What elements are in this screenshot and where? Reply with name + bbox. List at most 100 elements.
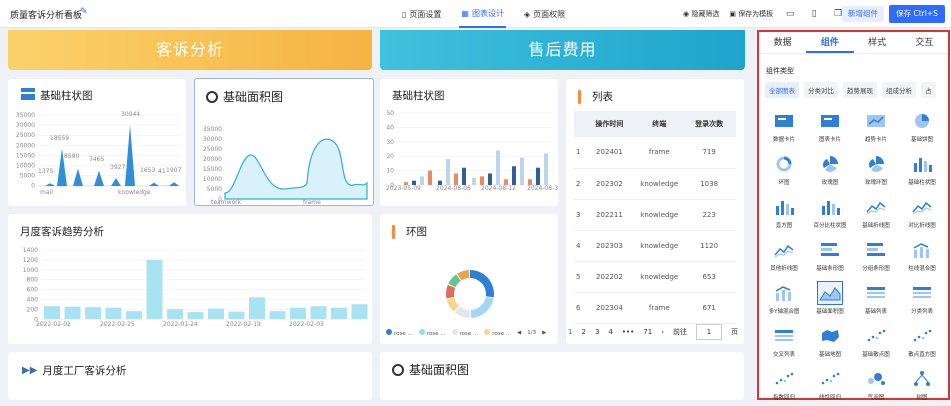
chip-composition[interactable]: 组成分析	[882, 82, 916, 98]
hist-chart-icon	[771, 195, 797, 219]
legend-prev-icon[interactable]: ◀	[517, 330, 521, 336]
table-row[interactable]: 2202302knowledge1038	[574, 168, 736, 199]
edit-title-icon[interactable]: ✎	[80, 7, 88, 17]
panel-tab-data[interactable]: 数据	[759, 32, 806, 53]
component-grid: 数据卡片图表卡片趋势卡片基础饼图环图玫瑰图玫瑰环图基础柱状图直方图百分比柱状图基…	[761, 105, 948, 406]
pct-chart-icon	[817, 195, 843, 219]
bar	[149, 183, 159, 186]
table-row[interactable]: 1202401frame719	[574, 137, 736, 168]
card-title: 月度客诉趋势分析	[20, 224, 104, 239]
component-item[interactable]: 基础列表	[853, 277, 899, 320]
tab-page-settings[interactable]: ▯页面设置	[400, 0, 443, 28]
bar	[446, 159, 450, 185]
table-cell: 5	[574, 261, 583, 292]
page-2[interactable]: 2	[581, 328, 585, 336]
donut-chart-icon	[771, 152, 797, 176]
page-1[interactable]: 1	[568, 328, 572, 336]
x-tick: teamwork	[211, 199, 242, 205]
bar	[45, 183, 55, 186]
legend-next-icon[interactable]: ▶	[542, 330, 546, 336]
y-tick: 35000	[16, 112, 35, 119]
y-tick: 10	[386, 168, 394, 175]
tab-chart-design[interactable]: ▦图表设计	[459, 0, 506, 28]
legend-item[interactable]: rose ...	[484, 329, 511, 337]
legend-item[interactable]: rose ...	[452, 329, 479, 337]
card-basic-area-2[interactable]: 基础面积图	[380, 352, 744, 400]
y-tick: 25000	[16, 132, 35, 139]
card-basic-bar-2[interactable]: 基础柱状图 50403020100 2023-05-09 2024-08-06 …	[380, 79, 558, 206]
component-item[interactable]: 百分比柱状图	[807, 191, 853, 234]
component-item[interactable]: 玫瑰图	[807, 148, 853, 191]
table-row[interactable]: 3202211knowledge223	[574, 199, 736, 230]
panel-tab-style[interactable]: 样式	[854, 32, 901, 53]
save-template-button[interactable]: ▣ 保存为模板	[729, 9, 773, 19]
card-basic-bar[interactable]: 基础柱状图 3500030000250002000015000100005000…	[8, 79, 186, 206]
y-tick: 15000	[203, 166, 222, 173]
chip-compare[interactable]: 分类对比	[804, 82, 838, 98]
chip-all[interactable]: 全部图表	[765, 82, 799, 98]
component-item[interactable]: 交叉列表	[761, 320, 807, 363]
component-item[interactable]: 基础地图	[807, 320, 853, 363]
page-3[interactable]: 3	[595, 328, 599, 336]
table-row[interactable]: 4202303knowledge1120	[574, 230, 736, 261]
table-cell: 202304	[583, 292, 637, 323]
desktop-view-icon[interactable]: ▭	[783, 7, 797, 21]
title-accent	[392, 225, 395, 239]
component-item[interactable]: 基础柱状图	[899, 148, 945, 191]
table-row[interactable]: 6202304frame671	[574, 292, 736, 323]
component-label: 基础饼图	[911, 135, 933, 143]
chip-trend[interactable]: 趋势展现	[843, 82, 877, 98]
page-ellipsis[interactable]: •••	[622, 328, 634, 336]
component-item[interactable]: 多Y轴混合图	[761, 277, 807, 320]
component-label: 分类列表	[911, 307, 933, 315]
component-item[interactable]: 对比折线图	[899, 191, 945, 234]
list-chart-icon	[863, 281, 889, 305]
component-item[interactable]: 图表卡片	[807, 105, 853, 148]
next-page-icon[interactable]: ›	[661, 328, 664, 336]
component-item[interactable]: 基础饼图	[899, 105, 945, 148]
component-item[interactable]: 基础散点图	[853, 320, 899, 363]
save-button[interactable]: 保存 Ctrl+S	[889, 5, 945, 23]
component-item[interactable]: 环图	[761, 148, 807, 191]
component-item[interactable]: 柱线混合图	[899, 234, 945, 277]
component-item[interactable]: 散点直方图	[899, 320, 945, 363]
component-item[interactable]: 趋势卡片	[853, 105, 899, 148]
component-label: 基础条形图	[816, 264, 844, 272]
bar-chart-icon	[21, 88, 35, 103]
page-71[interactable]: 71	[643, 328, 652, 336]
legend-item[interactable]: rose ...	[386, 329, 413, 337]
page-4[interactable]: 4	[608, 328, 612, 336]
panel-tab-component[interactable]: 组件	[806, 32, 853, 53]
tablet-view-icon[interactable]: ▯	[807, 7, 821, 21]
col-header: 登录次数	[682, 111, 736, 137]
col-header: 终端	[636, 111, 682, 137]
add-component-button[interactable]: 新增组件	[842, 6, 884, 22]
component-item[interactable]: 分类列表	[899, 277, 945, 320]
component-item[interactable]: 基础面积图	[807, 277, 853, 320]
table-row[interactable]: 5202202knowledge653	[574, 261, 736, 292]
list2-chart-icon	[909, 281, 935, 305]
card-factory[interactable]: ▶▶ 月度工厂客诉分析	[8, 352, 372, 400]
table-cell: knowledge	[636, 230, 682, 261]
data-label: 18559	[50, 135, 69, 142]
component-item[interactable]: 基础折线图	[853, 191, 899, 234]
component-item[interactable]: 其他折线图	[761, 234, 807, 277]
component-item[interactable]: 直方图	[761, 191, 807, 234]
table-cell: 1	[574, 137, 583, 168]
page-input[interactable]: 1	[696, 324, 722, 340]
card-monthly-trend[interactable]: 月度客诉趋势分析 1400120010008006004002000 2022-…	[8, 214, 372, 344]
tab-page-permission[interactable]: ◈页面权限	[522, 0, 567, 28]
data-label: 1907	[166, 167, 181, 174]
legend-item[interactable]: rose ...	[419, 329, 446, 337]
component-item[interactable]: 基础条形图	[807, 234, 853, 277]
hide-filter-button[interactable]: ◉ 隐藏筛选	[683, 9, 719, 19]
component-item[interactable]: 玫瑰环图	[853, 148, 899, 191]
panel-tab-interaction[interactable]: 交互	[901, 32, 948, 53]
chip-more[interactable]: 占	[921, 82, 936, 98]
card-chart-icon	[771, 109, 797, 133]
component-item[interactable]: 数据卡片	[761, 105, 807, 148]
card-ring[interactable]: 环图 rose ... rose ... rose ... rose ... ◀…	[380, 214, 558, 344]
card-basic-area[interactable]: 基础面积图 3500030000250002000015000100005000…	[194, 78, 374, 206]
component-item[interactable]: 分组条形图	[853, 234, 899, 277]
card-list[interactable]: 列表 操作时间 终端 登录次数 1202401frame7192202302kn…	[566, 79, 744, 344]
